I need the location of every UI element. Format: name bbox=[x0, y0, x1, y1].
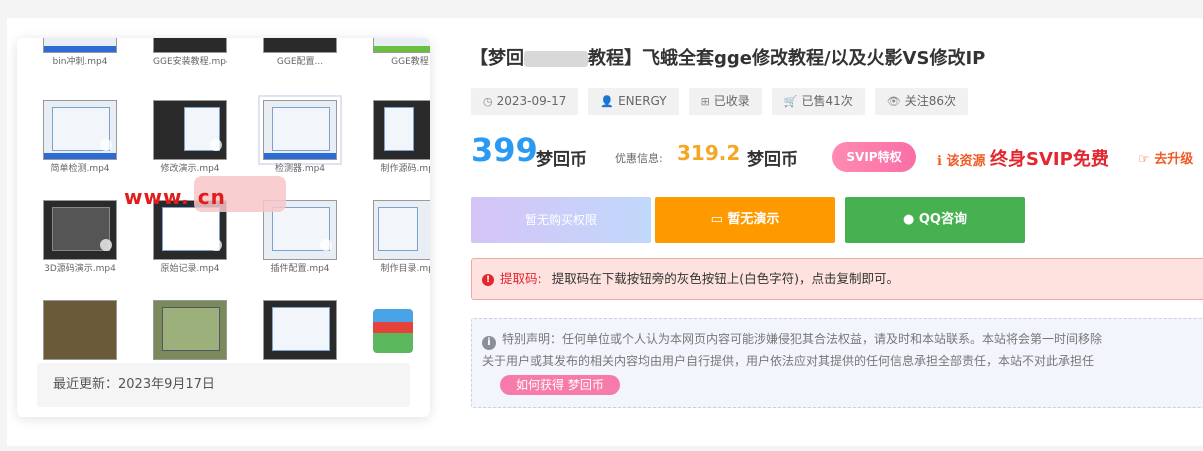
disclaimer-notice: i 特别声明：任何单位或个人认为本网页内容可能涉嫌侵犯其合法权益，请及时和本站联系… bbox=[471, 318, 1203, 408]
thumbnail-caption: 修改演示.mp4 bbox=[160, 164, 220, 174]
extract-alert: ! 提取码: 提取码在下载按钮旁的灰色按钮上(白色字符)，点击复制即可。 bbox=[471, 258, 1203, 300]
price-unit: 梦回币 bbox=[536, 150, 587, 170]
thumbnail-image bbox=[43, 200, 117, 260]
earn-coins-button[interactable]: 如何获得 梦回币 bbox=[500, 375, 620, 395]
svip-note-highlight: 终身SVIP免费 bbox=[990, 149, 1109, 170]
upgrade-link[interactable]: ☞ 去升级 bbox=[1138, 148, 1193, 167]
thumbnail[interactable]: GGE配置... bbox=[263, 38, 337, 67]
demo-label: 暂无演示 bbox=[727, 212, 780, 227]
upgrade-label: 去升级 bbox=[1154, 152, 1194, 167]
info-icon: ℹ bbox=[937, 154, 942, 169]
notice-line-1: 特别声明：任何单位或个人认为本网页内容可能涉嫌侵犯其合法权益，请及时和本站联系。… bbox=[502, 332, 1103, 346]
eye-icon: 👁 bbox=[886, 95, 901, 108]
archive-icon bbox=[373, 309, 413, 353]
sold-text: 已售41次 bbox=[801, 94, 853, 108]
follow-tag[interactable]: 👁 关注86次 bbox=[874, 88, 969, 115]
qq-icon: ● bbox=[903, 212, 915, 227]
thumbnail-selected[interactable]: 检测器.mp4 bbox=[258, 95, 342, 174]
clock-icon: ◷ bbox=[483, 95, 493, 108]
thumbnail-image bbox=[373, 38, 430, 53]
thumbnail-image bbox=[373, 100, 430, 160]
last-updated: 最近更新：2023年9月17日 bbox=[37, 363, 410, 407]
title-prefix: 【梦回 bbox=[470, 48, 524, 69]
svip-badge[interactable]: SVIP特权 bbox=[832, 142, 916, 172]
thumbnail-caption: GGE教程 bbox=[391, 57, 429, 67]
thumbnail[interactable]: 简单检测.mp4 bbox=[43, 100, 117, 174]
thumbnail[interactable] bbox=[43, 300, 117, 363]
extract-label: 提取码: bbox=[500, 271, 542, 286]
qq-button[interactable]: ● QQ咨询 bbox=[845, 197, 1025, 243]
play-icon bbox=[100, 139, 112, 151]
status-text: 已收录 bbox=[713, 94, 750, 108]
svip-note-prefix: 该资源 bbox=[946, 154, 986, 169]
play-icon bbox=[210, 139, 222, 151]
play-icon bbox=[320, 239, 332, 251]
preview-card: bin冲刺.mp4 GGE安装教程.mp4 GGE配置... GGE教程 简单检… bbox=[17, 38, 430, 417]
thumbnail-image bbox=[373, 200, 430, 260]
thumbnail[interactable]: bin冲刺.mp4 bbox=[43, 38, 117, 67]
meta-tags: ◷ 2023-09-17 👤 ENERGY ⊞ 已收录 🛒 已售41次 👁 关注86次 bbox=[471, 88, 969, 115]
play-icon bbox=[210, 239, 222, 251]
svip-note: ℹ 该资源 终身SVIP免费 bbox=[937, 145, 1109, 171]
redacted-text bbox=[524, 51, 588, 67]
discount-label: 优惠信息: bbox=[615, 152, 663, 165]
thumbnail-caption: 制作目录.mp4 bbox=[380, 264, 430, 274]
cart-icon: 🛒 bbox=[783, 95, 798, 108]
thumbnail[interactable]: 修改演示.mp4 bbox=[153, 100, 227, 174]
thumbnail-caption: 3D源码演示.mp4 bbox=[44, 264, 116, 274]
thumbnail-caption: 检测器.mp4 bbox=[274, 164, 326, 174]
thumbnail-image bbox=[43, 38, 117, 53]
product-title: 【梦回 教程】飞蛾全套gge修改教程/以及火影VS修改IP bbox=[470, 44, 985, 70]
date-tag: ◷ 2023-09-17 bbox=[471, 88, 579, 115]
thumbnail-caption: bin冲刺.mp4 bbox=[52, 57, 108, 67]
play-icon bbox=[100, 239, 112, 251]
thumbnail-caption: GGE配置... bbox=[276, 57, 324, 67]
thumbnail-image bbox=[153, 100, 227, 160]
thumbnail-caption: 制作源码.mp4 bbox=[380, 164, 430, 174]
demo-button[interactable]: ▭ 暂无演示 bbox=[655, 197, 835, 243]
notice-line-2: 关于用户或其发布的相关内容均由用户自行提供，用户依法应对其提供的任何信息承担全部… bbox=[482, 354, 1095, 368]
thumbnail-image bbox=[153, 300, 227, 360]
thumbnail-grid: bin冲刺.mp4 GGE安装教程.mp4 GGE配置... GGE教程 简单检… bbox=[17, 38, 430, 363]
hand-icon: ☞ bbox=[1138, 152, 1150, 167]
thumbnail[interactable]: 制作源码.mp4 bbox=[373, 100, 430, 174]
thumbnail-caption: 原始记录.mp4 bbox=[160, 264, 220, 274]
date-text: 2023-09-17 bbox=[496, 94, 567, 108]
author-tag[interactable]: 👤 ENERGY bbox=[588, 88, 679, 115]
monitor-icon: ▭ bbox=[710, 212, 723, 227]
thumbnail[interactable]: 制作目录.mp4 bbox=[373, 200, 430, 274]
status-tag: ⊞ 已收录 bbox=[688, 88, 762, 115]
thumbnail-image bbox=[263, 38, 337, 53]
thumbnail[interactable] bbox=[153, 300, 227, 363]
extract-text: 提取码在下载按钮旁的灰色按钮上(白色字符)，点击复制即可。 bbox=[551, 271, 899, 286]
thumbnail[interactable] bbox=[263, 300, 337, 363]
watermark: www. cn bbox=[124, 185, 226, 209]
thumbnail-caption: 插件配置.mp4 bbox=[270, 264, 330, 274]
price-row: 399 梦回币 优惠信息: 319.2 梦回币 SVIP特权 ℹ 该资源 终身S… bbox=[471, 131, 1201, 175]
author-text: ENERGY bbox=[618, 94, 667, 108]
title-main: 教程】飞蛾全套gge修改教程/以及火影VS修改IP bbox=[588, 48, 986, 69]
thumbnail-image bbox=[263, 300, 337, 360]
thumbnail[interactable]: GGE安装教程.mp4 bbox=[153, 38, 227, 67]
exclamation-icon: ! bbox=[482, 273, 494, 286]
sold-tag: 🛒 已售41次 bbox=[771, 88, 865, 115]
price: 399 bbox=[471, 131, 538, 169]
buy-button[interactable]: 暂无购买权限 bbox=[471, 197, 651, 243]
thumbnail-caption: GGE安装教程.mp4 bbox=[153, 57, 227, 67]
thumbnail-image bbox=[43, 100, 117, 160]
discount-price: 319.2 bbox=[677, 141, 741, 165]
thumbnail-image bbox=[258, 95, 342, 165]
thumbnail[interactable]: GGE教程 bbox=[373, 38, 430, 67]
thumbnail-image bbox=[43, 300, 117, 360]
follow-text: 关注86次 bbox=[904, 94, 957, 108]
windows-icon: ⊞ bbox=[700, 95, 710, 108]
info-icon: i bbox=[482, 336, 496, 350]
thumbnail[interactable]: 3D源码演示.mp4 bbox=[43, 200, 117, 274]
thumbnail-image bbox=[153, 38, 227, 53]
user-icon: 👤 bbox=[600, 95, 615, 108]
thumbnail-caption: 简单检测.mp4 bbox=[50, 164, 110, 174]
discount-unit: 梦回币 bbox=[747, 150, 798, 170]
qq-label: QQ咨询 bbox=[918, 212, 967, 227]
